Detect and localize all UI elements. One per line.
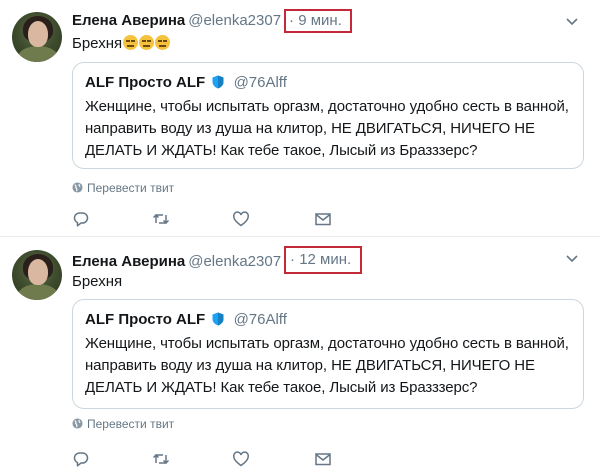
author-name[interactable]: Елена Аверина	[72, 12, 185, 29]
tweet-actions	[72, 450, 372, 470]
author-name[interactable]: Елена Аверина	[72, 253, 185, 270]
quoted-tweet[interactable]: ALF Просто ALF @76Alff Женщине, чтобы ис…	[72, 62, 584, 169]
like-button[interactable]	[232, 210, 252, 230]
reply-icon	[73, 212, 89, 227]
unamused-face-emoji-icon	[139, 35, 155, 50]
globe-icon	[72, 418, 83, 429]
avatar[interactable]	[12, 250, 62, 300]
quoted-author-name: ALF Просто ALF	[85, 74, 206, 91]
direct-message-button[interactable]	[314, 450, 334, 470]
retweet-icon	[152, 453, 170, 465]
tweet-header: Елена Аверина @elenka2307 · 12 мин.	[72, 246, 363, 274]
translate-label[interactable]: Перевести твит	[87, 181, 174, 195]
reply-icon	[73, 452, 89, 467]
direct-message-button[interactable]	[314, 210, 334, 230]
timestamp[interactable]: · 9 мин.	[284, 9, 352, 33]
chevron-down-icon[interactable]	[564, 13, 580, 29]
unamused-face-emoji-icon	[123, 35, 139, 50]
tweet-text-content: Брехня	[72, 35, 123, 52]
verified-badge-icon	[212, 312, 224, 326]
timestamp[interactable]: · 12 мин.	[284, 246, 363, 274]
quoted-author-handle: @76Alff	[233, 311, 287, 328]
retweet-button[interactable]	[152, 210, 172, 230]
tweet-text: Брехня	[72, 34, 171, 54]
quoted-tweet[interactable]: ALF Просто ALF @76Alff Женщине, чтобы ис…	[72, 299, 584, 409]
retweet-icon	[152, 213, 170, 225]
like-button[interactable]	[232, 450, 252, 470]
reply-button[interactable]	[72, 450, 92, 470]
quoted-tweet-text: Женщине, чтобы испытать оргазм, достаточ…	[85, 98, 569, 159]
tweet-header: Елена Аверина @elenka2307 · 9 мин.	[72, 9, 352, 33]
envelope-icon	[315, 213, 331, 226]
quoted-author-handle: @76Alff	[233, 74, 287, 91]
like-icon	[233, 211, 249, 227]
quoted-tweet-header: ALF Просто ALF @76Alff	[85, 73, 571, 93]
reply-button[interactable]	[72, 210, 92, 230]
globe-icon	[72, 182, 83, 193]
translate-tweet-link[interactable]: Перевести твит	[72, 180, 174, 196]
translate-tweet-link[interactable]: Перевести твит	[72, 416, 174, 432]
tweet[interactable]: Елена Аверина @elenka2307 · 12 мин. Брехня…	[0, 238, 600, 470]
verified-badge-icon	[212, 75, 224, 89]
tweet-text: Брехня	[72, 273, 123, 290]
tweet-actions	[72, 210, 372, 230]
unamused-face-emoji-icon	[155, 35, 171, 50]
tweet[interactable]: Елена Аверина @elenka2307 · 9 мин. Брехня …	[0, 0, 600, 237]
quoted-tweet-header: ALF Просто ALF @76Alff	[85, 310, 571, 330]
retweet-button[interactable]	[152, 450, 172, 470]
like-icon	[233, 451, 249, 467]
avatar[interactable]	[12, 12, 62, 62]
translate-label[interactable]: Перевести твит	[87, 417, 174, 431]
chevron-down-icon[interactable]	[564, 250, 580, 266]
envelope-icon	[315, 453, 331, 466]
quoted-tweet-text: Женщине, чтобы испытать оргазм, достаточ…	[85, 335, 569, 396]
author-handle[interactable]: @elenka2307	[188, 12, 281, 29]
quoted-author-name: ALF Просто ALF	[85, 311, 206, 328]
author-handle[interactable]: @elenka2307	[188, 253, 281, 270]
